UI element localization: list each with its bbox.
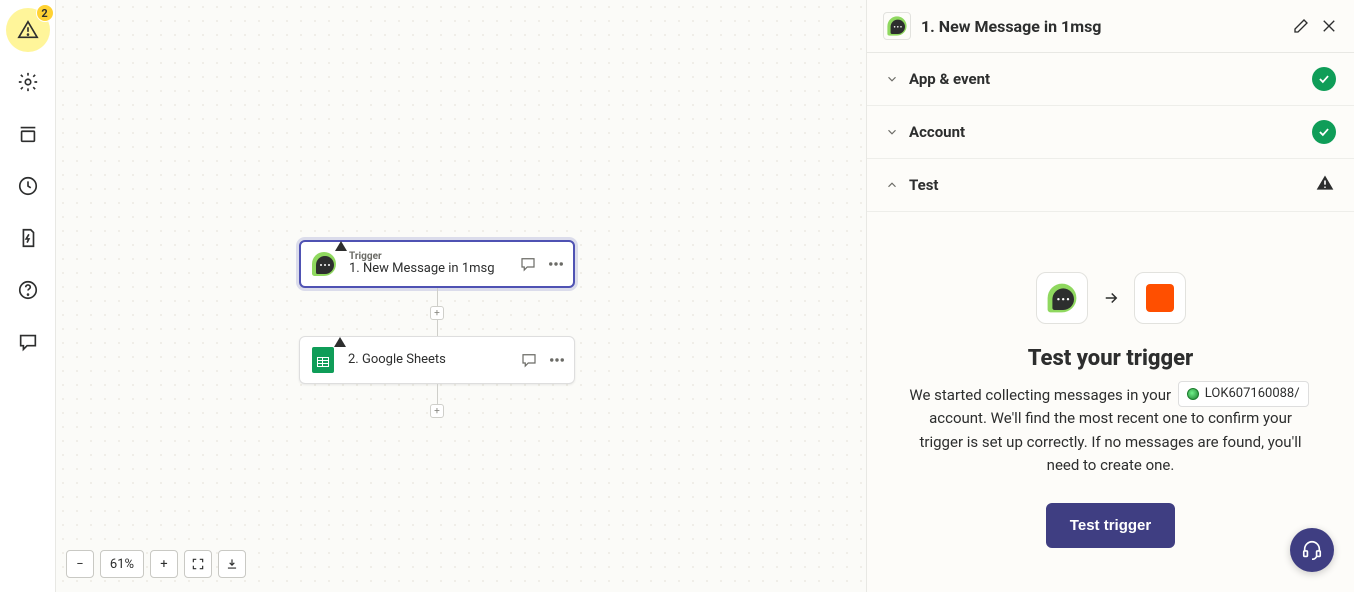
- test-icon-row: [907, 272, 1314, 324]
- section-test[interactable]: Test: [867, 159, 1354, 212]
- chevron-down-icon: [885, 125, 899, 139]
- export-button[interactable]: [218, 550, 246, 578]
- status-complete-icon: [1312, 67, 1336, 91]
- test-heading: Test your trigger: [907, 346, 1314, 371]
- comment-icon: [17, 331, 39, 353]
- add-step-button[interactable]: +: [430, 404, 444, 418]
- app-icon-google-sheets: [308, 345, 338, 375]
- test-body-prefix: We started collecting messages in your: [909, 386, 1171, 404]
- section-label: Test: [909, 176, 1304, 194]
- file-bolt-icon: [17, 227, 39, 249]
- fit-to-screen-button[interactable]: [184, 550, 212, 578]
- support-chat-button[interactable]: [1290, 528, 1334, 572]
- test-section-body: Test your trigger We started collecting …: [867, 212, 1354, 592]
- comment-icon[interactable]: [519, 255, 537, 273]
- close-icon[interactable]: [1320, 17, 1338, 35]
- test-description: We started collecting messages in your L…: [907, 381, 1314, 477]
- panel-header: 1. New Message in 1msg: [867, 0, 1354, 53]
- history-button[interactable]: [6, 164, 50, 208]
- left-rail: 2: [0, 0, 56, 592]
- chevron-up-icon: [885, 178, 899, 192]
- more-icon[interactable]: [548, 351, 566, 369]
- status-complete-icon: [1312, 120, 1336, 144]
- comment-icon[interactable]: [520, 351, 538, 369]
- clock-icon: [17, 175, 39, 197]
- app-icon-zapier: [1134, 272, 1186, 324]
- add-step-button[interactable]: +: [430, 306, 444, 320]
- test-trigger-button[interactable]: Test trigger: [1046, 503, 1175, 548]
- node-text: Trigger 1. New Message in 1msg: [349, 251, 519, 277]
- account-chip: LOK607160088/: [1178, 381, 1309, 407]
- warning-icon: [17, 19, 39, 41]
- gear-icon: [17, 71, 39, 93]
- zoom-out-button[interactable]: −: [66, 550, 94, 578]
- dot-icon: [1187, 388, 1199, 400]
- flow-node-trigger[interactable]: Trigger 1. New Message in 1msg: [299, 240, 575, 288]
- comments-button[interactable]: [6, 320, 50, 364]
- structure-button[interactable]: [6, 112, 50, 156]
- details-panel: 1. New Message in 1msg App & event Accou…: [866, 0, 1354, 592]
- alerts-badge: 2: [36, 4, 54, 22]
- node-text: 2. Google Sheets: [348, 353, 520, 368]
- flow-node-action[interactable]: 2. Google Sheets: [299, 336, 575, 384]
- test-body-suffix: account. We'll find the most recent one …: [920, 409, 1302, 474]
- app-icon-1msg: [309, 249, 339, 279]
- zoom-in-button[interactable]: +: [150, 550, 178, 578]
- panel-title: 1. New Message in 1msg: [921, 17, 1282, 36]
- help-icon: [17, 279, 39, 301]
- node-title: 2. Google Sheets: [348, 353, 520, 368]
- node-title: 1. New Message in 1msg: [349, 262, 519, 277]
- warning-icon: [334, 337, 346, 347]
- download-icon: [225, 557, 239, 571]
- headset-icon: [1301, 539, 1323, 561]
- section-app-event[interactable]: App & event: [867, 53, 1354, 106]
- warning-icon: [335, 241, 347, 251]
- more-icon[interactable]: [547, 255, 565, 273]
- chevron-down-icon: [885, 72, 899, 86]
- status-warning-icon: [1314, 173, 1336, 197]
- zoom-controls: − 61% +: [66, 550, 246, 578]
- section-account[interactable]: Account: [867, 106, 1354, 159]
- structure-icon: [17, 123, 39, 145]
- settings-button[interactable]: [6, 60, 50, 104]
- app-icon-1msg: [1036, 272, 1088, 324]
- arrow-right-icon: [1102, 289, 1120, 307]
- section-label: App & event: [909, 70, 1302, 88]
- section-label: Account: [909, 123, 1302, 141]
- alerts-button[interactable]: 2: [6, 8, 50, 52]
- help-button[interactable]: [6, 268, 50, 312]
- expand-icon: [191, 557, 205, 571]
- file-action-button[interactable]: [6, 216, 50, 260]
- flow-canvas[interactable]: Trigger 1. New Message in 1msg + 2. Goog…: [56, 0, 866, 592]
- app-icon-1msg: [883, 12, 911, 40]
- edit-icon[interactable]: [1292, 17, 1310, 35]
- zoom-value: 61%: [100, 550, 144, 578]
- account-chip-label: LOK607160088/: [1205, 384, 1300, 404]
